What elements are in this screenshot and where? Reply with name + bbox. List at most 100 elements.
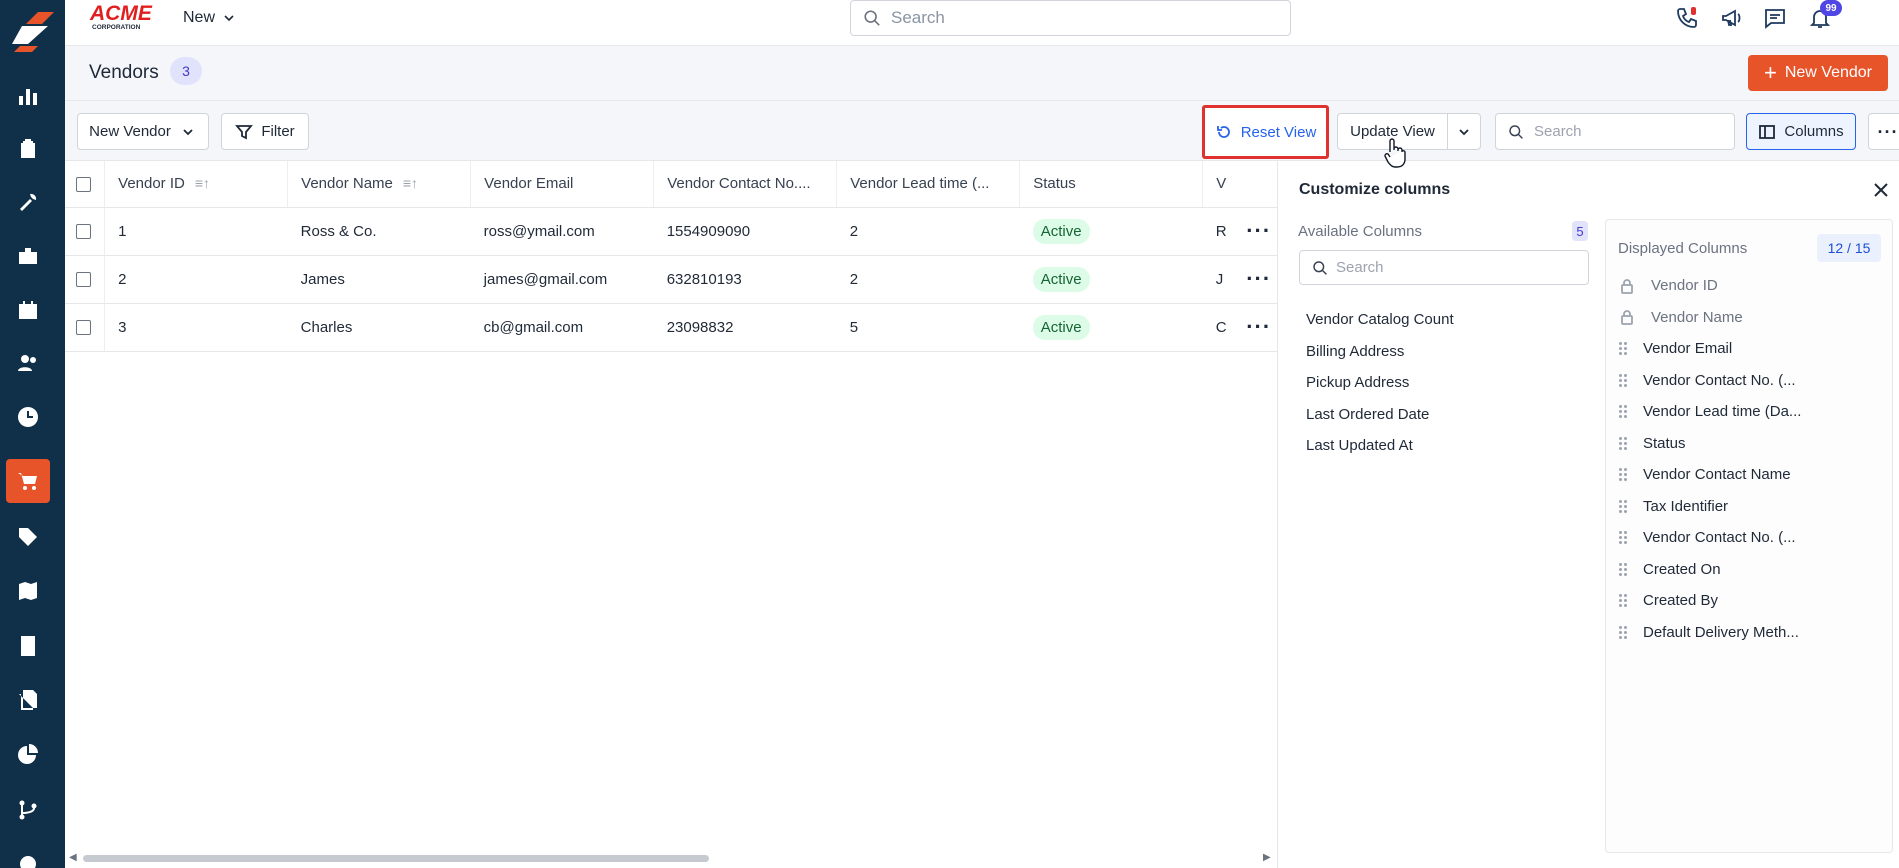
drag-handle-icon[interactable] [1619,561,1627,577]
column-header-contact-no[interactable]: Vendor Contact No.... [653,161,838,208]
brand-logo[interactable]: ACME CORPORATION [89,0,159,32]
nav-briefcase[interactable] [6,234,50,278]
new-menu[interactable]: New [183,9,235,27]
cell-vendor-name: James [287,255,471,304]
row-checkbox[interactable] [76,224,91,240]
available-column-item[interactable]: Last Ordered Date [1306,399,1454,431]
app-logo-icon[interactable] [8,8,56,52]
close-panel-button[interactable] [1872,181,1892,201]
scroll-right-icon[interactable]: ▶ [1263,852,1271,863]
nav-clock[interactable] [6,395,50,439]
nav-calendar[interactable] [6,288,50,332]
available-column-item[interactable]: Pickup Address [1306,367,1454,399]
new-vendor-button[interactable]: + New Vendor [1748,55,1888,91]
announcements-button[interactable] [1718,4,1746,32]
horizontal-scrollbar[interactable] [83,855,709,862]
displayed-column-item: Vendor ID [1619,270,1801,302]
pie-chart-icon [18,744,38,764]
chat-button[interactable] [1761,4,1789,32]
nav-users[interactable] [6,341,50,385]
row-checkbox[interactable] [76,272,91,288]
column-header-status[interactable]: Status [1019,161,1204,208]
table-row[interactable]: 2 James james@gmail.com 632810193 2 Acti… [65,255,1277,304]
nav-tools[interactable] [6,181,50,225]
drag-handle-icon[interactable] [1619,341,1627,357]
nav-map[interactable] [6,569,50,613]
reset-view-button[interactable]: Reset View [1202,105,1329,159]
select-all-checkbox[interactable] [76,176,91,192]
row-more-icon[interactable]: ··· [1246,218,1271,243]
nav-calculator[interactable] [6,624,50,668]
row-checkbox[interactable] [76,320,91,336]
columns-button[interactable]: Columns [1746,113,1856,150]
displayed-columns-label: Displayed Columns [1618,240,1748,257]
global-search[interactable] [850,0,1291,36]
displayed-count-badge: 12 / 15 [1817,234,1881,262]
displayed-column-item[interactable]: Vendor Contact No. (... [1619,365,1801,397]
row-more-icon[interactable]: ··· [1246,266,1271,291]
column-header-vendor-name[interactable]: Vendor Name ≡↑ [287,161,472,208]
nav-documents[interactable] [6,678,50,722]
drag-handle-icon[interactable] [1619,624,1627,640]
update-view-dropdown[interactable] [1447,113,1481,150]
displayed-column-item[interactable]: Default Delivery Meth... [1619,617,1801,649]
drag-handle-icon[interactable] [1619,435,1627,451]
drag-handle-icon[interactable] [1619,404,1627,420]
table-row[interactable]: 1 Ross & Co. ross@ymail.com 1554909090 2… [65,207,1277,256]
displayed-column-item[interactable]: Vendor Contact Name [1619,459,1801,491]
column-search[interactable] [1299,250,1589,285]
column-header-vendor-id[interactable]: Vendor ID ≡↑ [104,161,289,208]
displayed-column-item[interactable]: Created By [1619,585,1801,617]
displayed-column-item[interactable]: Vendor Contact No. (... [1619,522,1801,554]
nav-clipboard[interactable] [6,127,50,171]
tools-icon [20,193,37,211]
nav-tags[interactable] [6,515,50,559]
column-search-input[interactable] [1336,259,1576,276]
status-badge: Active [1032,218,1090,244]
table-search-input[interactable] [1534,123,1714,140]
panel-title: Customize columns [1299,181,1451,198]
workflow-icon [19,800,37,820]
available-column-item[interactable]: Vendor Catalog Count [1306,304,1454,336]
nav-reports[interactable] [6,733,50,777]
more-options-button[interactable]: ··· [1868,113,1899,150]
phone-button[interactable] [1673,4,1701,32]
displayed-column-item[interactable]: Vendor Lead time (Da... [1619,396,1801,428]
column-header-vendor-email[interactable]: Vendor Email [470,161,655,208]
drag-handle-icon[interactable] [1619,593,1627,609]
column-header-lead-time[interactable]: Vendor Lead time (... [836,161,1021,208]
view-select-dropdown[interactable]: New Vendor [77,113,209,150]
displayed-column-label: Vendor Contact No. (... [1643,529,1796,547]
table-row[interactable]: 3 Charles cb@gmail.com 23098832 5 Active… [65,303,1277,352]
row-select-cell [65,255,106,304]
nav-workflow[interactable] [6,788,50,832]
drag-handle-icon[interactable] [1619,498,1627,514]
available-column-item[interactable]: Last Updated At [1306,430,1454,462]
global-search-input[interactable] [891,8,1271,28]
sort-icon[interactable]: ≡↑ [195,175,210,191]
calculator-icon [21,636,35,656]
cell-vendor-email: ross@ymail.com [470,207,654,256]
displayed-column-item[interactable]: Vendor Email [1619,333,1801,365]
drag-handle-icon[interactable] [1619,372,1627,388]
nav-cart[interactable] [6,459,50,503]
sort-icon[interactable]: ≡↑ [403,175,418,191]
table-search[interactable] [1495,113,1735,150]
row-more-icon[interactable]: ··· [1246,314,1271,339]
columns-label: Columns [1784,123,1844,140]
drag-handle-icon[interactable] [1619,530,1627,546]
notifications-button[interactable]: 99 [1806,0,1842,32]
nav-settings[interactable] [6,842,50,868]
nav-dashboard[interactable] [6,74,50,118]
displayed-column-item[interactable]: Status [1619,428,1801,460]
displayed-column-item[interactable]: Tax Identifier [1619,491,1801,523]
available-column-item[interactable]: Billing Address [1306,336,1454,368]
columns-icon [1759,124,1776,139]
more-horizontal-icon: ··· [1877,121,1899,142]
scroll-left-icon[interactable]: ◀ [69,852,77,863]
cell-lead-time: 2 [836,255,1020,304]
drag-handle-icon[interactable] [1619,467,1627,483]
filter-button[interactable]: Filter [221,113,309,150]
displayed-column-item[interactable]: Created On [1619,554,1801,586]
column-header-truncated[interactable]: V [1202,161,1234,208]
